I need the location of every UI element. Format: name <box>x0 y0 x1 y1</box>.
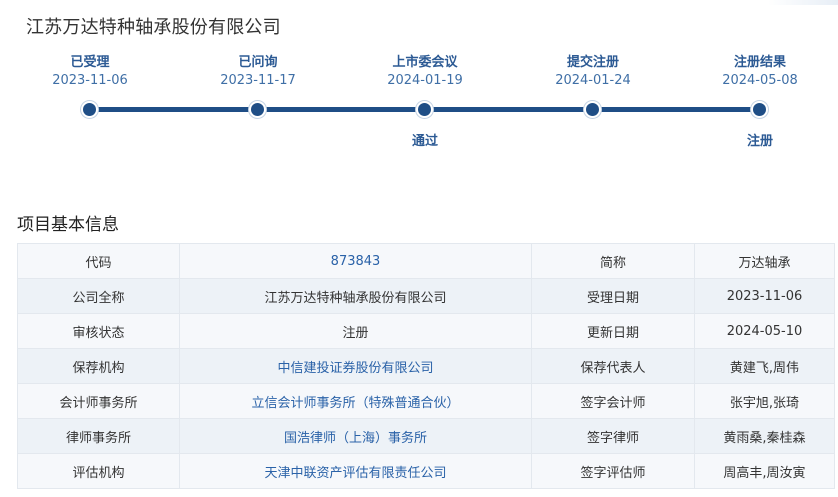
timeline-step-label: 已受理 <box>70 55 110 70</box>
stock-code-link[interactable]: 873843 <box>179 243 532 279</box>
timeline-result-registration: 注册 <box>746 134 773 149</box>
field-value: 注册 <box>179 313 532 349</box>
field-label: 签字会计师 <box>531 383 695 419</box>
section-title: 项目基本信息 <box>17 215 119 235</box>
field-value: 周高丰,周汝寅 <box>694 453 835 489</box>
timeline-step-date: 2023-11-17 <box>220 73 296 88</box>
timeline-step-listing-committee: 上市委会议 2024-01-19 <box>355 54 495 90</box>
table-row: 公司全称 江苏万达特种轴承股份有限公司 受理日期 2023-11-06 <box>17 278 835 314</box>
field-label: 简称 <box>531 243 695 279</box>
field-label: 更新日期 <box>531 313 695 349</box>
field-value: 黄雨桑,秦桂森 <box>694 418 835 454</box>
field-label: 签字评估师 <box>531 453 695 489</box>
field-label: 保荐机构 <box>17 348 180 384</box>
timeline-step-label: 提交注册 <box>566 55 619 70</box>
timeline-step-accepted: 已受理 2023-11-06 <box>20 54 160 90</box>
law-firm-link[interactable]: 国浩律师（上海）事务所 <box>179 418 532 454</box>
project-info-table: 代码 873843 简称 万达轴承 公司全称 江苏万达特种轴承股份有限公司 受理… <box>17 243 835 489</box>
field-value: 江苏万达特种轴承股份有限公司 <box>179 278 532 314</box>
field-label: 公司全称 <box>17 278 180 314</box>
sponsor-link[interactable]: 中信建投证券股份有限公司 <box>179 348 532 384</box>
accounting-firm-link[interactable]: 立信会计师事务所（特殊普通合伙） <box>179 383 532 419</box>
timeline-step-date: 2024-01-24 <box>555 73 631 88</box>
appraisal-firm-link[interactable]: 天津中联资产评估有限责任公司 <box>179 453 532 489</box>
timeline-step-date: 2024-01-19 <box>387 73 463 88</box>
timeline-step-date: 2024-05-08 <box>722 73 798 88</box>
field-label: 评估机构 <box>17 453 180 489</box>
review-progress-timeline: 已受理 2023-11-06 已问询 2023-11-17 上市委会议 2024… <box>0 0 838 160</box>
field-label: 签字律师 <box>531 418 695 454</box>
timeline-step-registration-result: 注册结果 2024-05-08 <box>690 54 830 90</box>
timeline-step-label: 已问询 <box>238 55 278 70</box>
timeline-step-inquired: 已问询 2023-11-17 <box>188 54 328 90</box>
timeline-step-date: 2023-11-06 <box>52 73 128 88</box>
timeline-dot <box>584 101 601 118</box>
field-label: 代码 <box>17 243 180 279</box>
field-value: 2023-11-06 <box>694 278 835 314</box>
table-row: 代码 873843 简称 万达轴承 <box>17 243 835 279</box>
field-label: 律师事务所 <box>17 418 180 454</box>
field-value: 万达轴承 <box>694 243 835 279</box>
field-label: 会计师事务所 <box>17 383 180 419</box>
field-value: 张宇旭,张琦 <box>694 383 835 419</box>
timeline-dot <box>81 101 98 118</box>
table-row: 律师事务所 国浩律师（上海）事务所 签字律师 黄雨桑,秦桂森 <box>17 418 835 454</box>
table-row: 保荐机构 中信建投证券股份有限公司 保荐代表人 黄建飞,周伟 <box>17 348 835 384</box>
field-label: 审核状态 <box>17 313 180 349</box>
field-label: 受理日期 <box>531 278 695 314</box>
timeline-dot <box>751 101 768 118</box>
timeline-step-submit-registration: 提交注册 2024-01-24 <box>523 54 663 90</box>
table-row: 会计师事务所 立信会计师事务所（特殊普通合伙） 签字会计师 张宇旭,张琦 <box>17 383 835 419</box>
field-label: 保荐代表人 <box>531 348 695 384</box>
timeline-dot <box>416 101 433 118</box>
timeline-dot <box>249 101 266 118</box>
table-row: 审核状态 注册 更新日期 2024-05-10 <box>17 313 835 349</box>
timeline-step-label: 上市委会议 <box>392 55 458 70</box>
table-row: 评估机构 天津中联资产评估有限责任公司 签字评估师 周高丰,周汝寅 <box>17 453 835 489</box>
timeline-step-label: 注册结果 <box>733 55 786 70</box>
field-value: 2024-05-10 <box>694 313 835 349</box>
field-value: 黄建飞,周伟 <box>694 348 835 384</box>
timeline-result-committee: 通过 <box>411 134 438 149</box>
